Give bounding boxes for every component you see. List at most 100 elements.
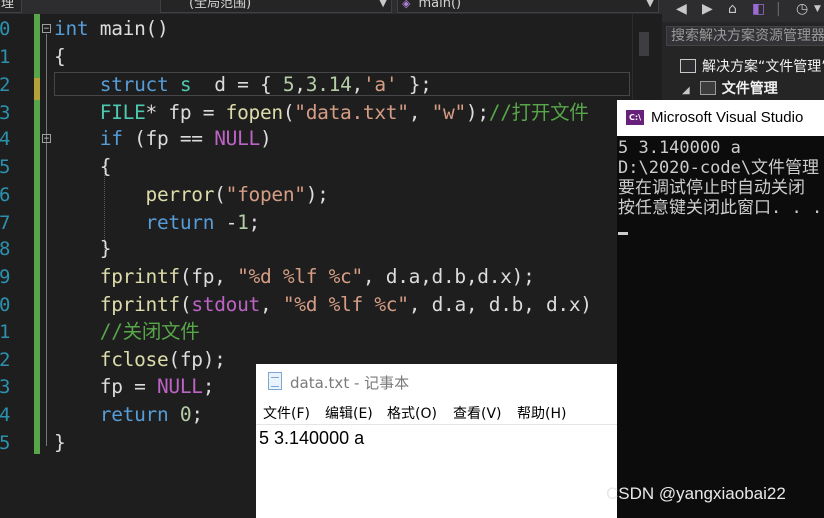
code-text: ); — [305, 183, 329, 206]
string-literal: "w" — [431, 101, 467, 124]
line-number: 5 — [0, 156, 11, 178]
notepad-title-bar[interactable]: data.txt - 记事本 — [256, 364, 617, 400]
line-number: 3 — [0, 102, 11, 124]
solution-node[interactable]: 解决方案“文件管理” — [680, 56, 824, 76]
history-icon[interactable]: ◷ — [796, 0, 808, 18]
project-node-label: 文件管理 — [721, 81, 778, 97]
line-number: 1 — [0, 46, 11, 68]
code-text: , — [259, 293, 283, 316]
toolbar-separator: | — [776, 1, 781, 17]
search-placeholder: 搜索解决方案资源管理器 — [671, 28, 824, 44]
type-name: FILE — [99, 101, 146, 124]
file-dropdown-value: 理 — [1, 0, 15, 11]
file-dropdown[interactable]: 理 — [0, 0, 22, 13]
console-output-line: D:\2020-code\文件管理 — [618, 158, 820, 178]
line-number: 2 — [0, 349, 11, 371]
project-node[interactable]: ◢ 文件管理 — [682, 78, 778, 98]
code-text: (fp, — [179, 265, 238, 288]
back-arrow-icon[interactable]: ◀ — [676, 0, 687, 18]
code-line: if (fp == NULL) — [54, 125, 654, 153]
code-text: ; — [191, 403, 203, 426]
function-name: fclose — [99, 348, 169, 371]
chevron-down-icon: ▼ — [379, 0, 387, 9]
debug-console-window[interactable]: C:\ Microsoft Visual Studio 5 3.140000 a… — [617, 100, 824, 518]
expand-arrow-icon[interactable]: ◢ — [682, 85, 690, 96]
line-number: 7 — [0, 212, 11, 234]
chevron-down-icon[interactable]: ▼ — [814, 0, 821, 18]
keyword: return — [99, 403, 169, 426]
number-literal: 5 — [282, 73, 295, 96]
comment: //关闭文件 — [99, 320, 200, 343]
string-literal: "fopen" — [225, 183, 306, 206]
code-text: ( — [282, 101, 295, 124]
code-text: - — [214, 211, 238, 234]
menu-view[interactable]: 查看(V) — [453, 403, 502, 423]
code-text: }; — [397, 73, 432, 96]
line-number: 0 — [0, 294, 11, 316]
string-literal: "%d %lf %c" — [237, 265, 363, 288]
function-dropdown[interactable]: ◈ main() ▼ — [397, 0, 659, 13]
number-literal: 0 — [179, 403, 192, 426]
line-number: 0 — [0, 18, 11, 40]
function-dropdown-value: main() — [418, 0, 462, 11]
code-text: ); — [465, 101, 489, 124]
collapse-main-icon[interactable]: − — [42, 24, 51, 34]
code-text: * fp = — [145, 101, 226, 124]
line-number: 8 — [0, 238, 11, 260]
function-name: perror — [145, 183, 215, 206]
code-text: , — [294, 73, 306, 96]
code-text: , d.a,d.b,d.x); — [362, 265, 535, 288]
menu-format[interactable]: 格式(O) — [387, 403, 437, 423]
function-name: fopen — [225, 101, 284, 124]
type-name: s — [179, 73, 192, 96]
editor-navigation-bar: 理 (全局范围) ▼ ◈ main() ▼ — [0, 0, 662, 14]
menu-edit[interactable]: 编辑(E) — [325, 403, 373, 423]
line-number: 6 — [0, 184, 11, 206]
solution-icon — [680, 59, 696, 73]
console-title-bar[interactable]: C:\ Microsoft Visual Studio — [617, 100, 824, 136]
code-text: ) — [259, 127, 272, 150]
home-icon[interactable]: ⌂ — [728, 0, 737, 18]
solution-explorer-toolbar: ◀ ▶ ⌂ ◧ | ◷ ▼ — [662, 0, 824, 22]
function-name: fprintf — [99, 293, 180, 316]
code-line: { — [54, 43, 654, 71]
code-line: fprintf(stdout, "%d %lf %c", d.a, d.b, d… — [54, 291, 654, 319]
macro: stdout — [191, 293, 260, 316]
keyword: if — [99, 127, 123, 150]
menu-help[interactable]: 帮助(H) — [517, 403, 566, 423]
code-text: main() — [88, 17, 169, 40]
console-title: Microsoft Visual Studio — [651, 109, 804, 126]
scope-dropdown[interactable]: (全局范围) ▼ — [160, 0, 392, 13]
code-text: { — [54, 45, 66, 68]
keyword: struct — [99, 73, 169, 96]
number-literal: 1 — [237, 211, 249, 234]
code-line: int main() — [54, 15, 654, 43]
code-line: fprintf(fp, "%d %lf %c", d.a,d.b,d.x); — [54, 263, 654, 291]
console-cursor — [618, 232, 628, 235]
menu-file[interactable]: 文件(F) — [263, 403, 310, 423]
line-number: 4 — [0, 404, 11, 426]
solution-search-input[interactable]: 搜索解决方案资源管理器 — [666, 26, 824, 46]
keyword: int — [54, 17, 89, 40]
code-line: FILE* fp = fopen("data.txt", "w");//打开文件 — [54, 99, 654, 127]
code-text: ( — [214, 183, 226, 206]
code-text: ( — [179, 293, 192, 316]
code-text: } — [99, 237, 112, 260]
code-line: } — [54, 235, 654, 263]
code-text: (fp == — [122, 127, 215, 150]
console-output-line: 5 3.140000 a — [618, 138, 741, 158]
forward-arrow-icon[interactable]: ▶ — [702, 0, 713, 18]
notepad-window[interactable]: data.txt - 记事本 文件(F) 编辑(E) 格式(O) 查看(V) 帮… — [256, 364, 617, 518]
line-number: 5 — [0, 432, 11, 454]
watermark: CSDN @yangxiaobai22 — [606, 484, 786, 503]
notepad-text-area[interactable]: 5 3.140000 a — [259, 428, 364, 449]
code-line: //关闭文件 — [54, 318, 654, 346]
vs-switch-views-icon[interactable]: ◧ — [752, 0, 765, 18]
console-output-line: 要在调试停止时自动关闭 — [618, 178, 805, 198]
code-line: { — [54, 153, 654, 181]
collapse-if-icon[interactable]: − — [42, 134, 51, 144]
line-number: 4 — [0, 128, 11, 150]
chevron-down-icon: ▼ — [646, 0, 654, 9]
code-text: fp = — [99, 375, 157, 398]
console-app-icon: C:\ — [626, 110, 644, 125]
